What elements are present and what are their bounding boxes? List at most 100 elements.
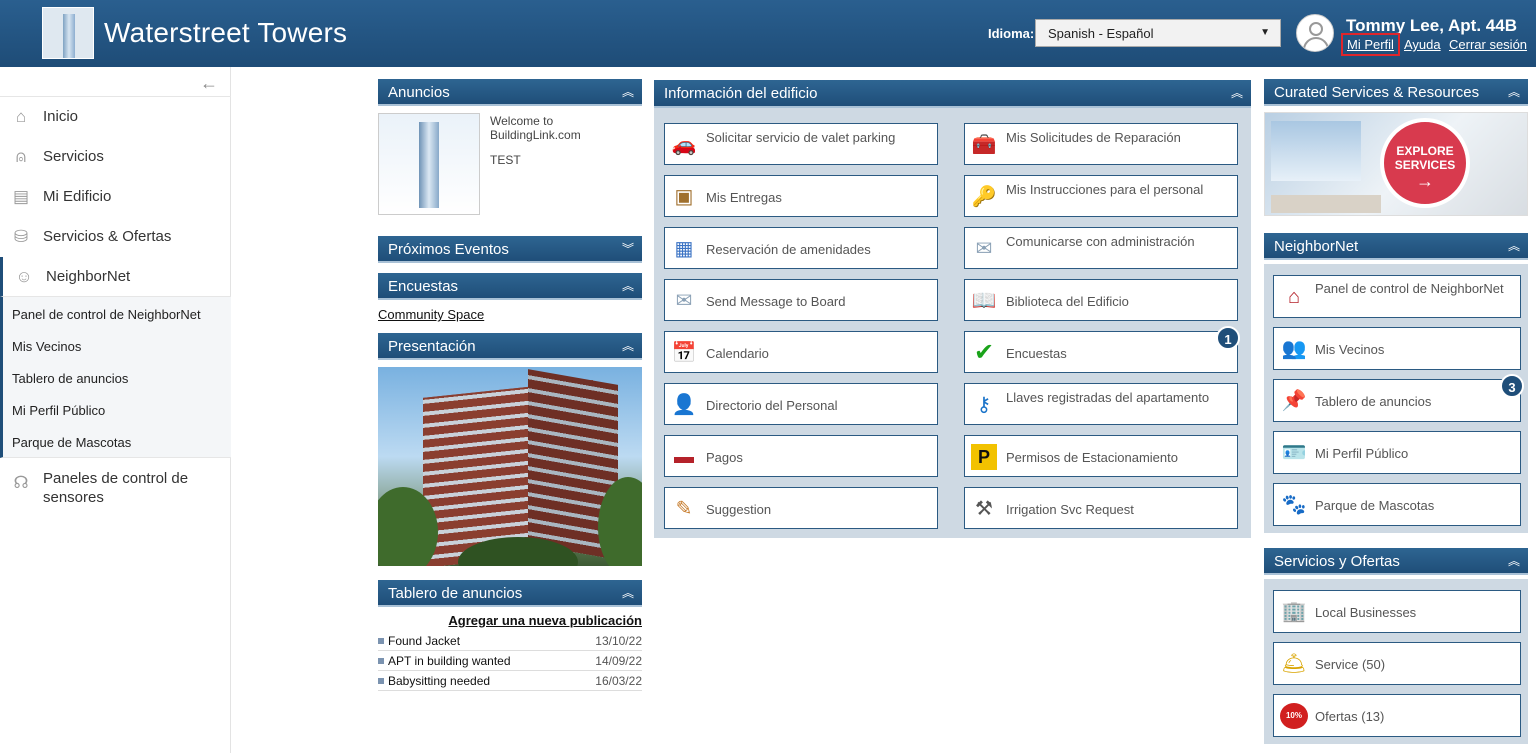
tools-icon: ⚒ [975,498,993,520]
people-icon: ☺ [15,267,33,286]
sidebar-item-servicios-ofertas[interactable]: ⛁ Servicios & Ofertas [0,217,231,257]
tile-label: Irrigation Svc Request [1006,502,1134,517]
tile-reparacion[interactable]: 🧰 Mis Solicitudes de Reparación [964,123,1238,165]
community-space-link[interactable]: Community Space [378,307,484,322]
car-icon: 🚗 [671,134,697,156]
submenu-item-mascotas[interactable]: Parque de Mascotas [12,435,131,450]
tile-suggestion[interactable]: ✎ Suggestion [664,487,938,529]
post-date: 16/03/22 [595,674,642,688]
envelope-icon: ✉ [675,290,693,312]
tile-directorio[interactable]: 👤 Directorio del Personal [664,383,938,425]
sidebar-item-servicios[interactable]: ⍝ Servicios [0,137,231,177]
help-link[interactable]: Ayuda [1404,37,1441,52]
tile-biblioteca[interactable]: 📖 Biblioteca del Edificio [964,279,1238,321]
logout-link[interactable]: Cerrar sesión [1449,37,1527,52]
city-icon: 🏢 [1281,601,1307,623]
announcement-test: TEST [490,153,521,167]
tile-llaves[interactable]: ⚷ Llaves registradas del apartamento [964,383,1238,425]
submenu-item-tablero[interactable]: Tablero de anuncios [12,371,128,386]
submenu-item-perfil-publico[interactable]: Mi Perfil Público [12,403,105,418]
panel-title: Curated Services & Resources [1274,84,1480,101]
tile-label: Mi Perfil Público [1315,446,1409,461]
user-avatar-icon[interactable] [1296,14,1334,52]
bullet-icon [378,638,384,644]
chevron-up-icon[interactable]: ︽ [622,83,634,100]
checkmark-icon: ✔ [973,339,995,366]
sidebar-item-mi-edificio[interactable]: ▤ Mi Edificio [0,177,231,217]
chevron-up-icon[interactable]: ︽ [1508,237,1520,254]
sidebar-item-neighbornet[interactable]: ☺ NeighborNet [0,257,231,297]
presentation-header[interactable]: Presentación ︽ [378,333,642,360]
app-title[interactable]: Waterstreet Towers [104,17,347,49]
neighbornet-submenu: Panel de control de NeighborNet Mis Veci… [0,296,231,458]
post-title[interactable]: APT in building wanted [388,654,511,668]
nn-tile-vecinos[interactable]: 👥 Mis Vecinos [1273,327,1521,370]
post-title[interactable]: Babysitting needed [388,674,490,688]
tile-encuestas[interactable]: ✔ Encuestas [964,331,1238,373]
tile-amenidades[interactable]: ▦ Reservación de amenidades [664,227,938,269]
sidebar-item-label: Mi Edificio [43,188,112,205]
add-post-link[interactable]: Agregar una nueva publicación [378,613,642,628]
chevron-up-icon[interactable]: ︽ [622,337,634,354]
offer-tile-local[interactable]: 🏢 Local Businesses [1273,590,1521,633]
events-header[interactable]: Próximos Eventos ︾ [378,236,642,263]
keys-icon: ⚷ [976,394,992,416]
chevron-up-icon[interactable]: ︽ [1508,83,1520,100]
profile-link[interactable]: Mi Perfil [1341,33,1400,56]
building-logo[interactable] [42,7,94,59]
offer-tile-service[interactable]: 🛎 Service (50) [1273,642,1521,685]
board-post[interactable]: Babysitting needed 16/03/22 [378,671,642,691]
sidebar-item-label: Servicios [43,148,104,165]
top-header: Waterstreet Towers Idioma: Spanish - Esp… [0,0,1536,67]
sidebar-item-sensores[interactable]: ☊ Paneles de control de sensores [0,463,231,511]
people-icon: 👥 [1281,338,1307,360]
home-icon: ⌂ [15,107,27,126]
board-header[interactable]: Tablero de anuncios ︽ [378,580,642,607]
house-icon: ⌂ [1287,286,1301,308]
dropdown-arrow-icon: ▼ [1260,27,1270,38]
tile-board-message[interactable]: ✉ Send Message to Board [664,279,938,321]
nn-tile-tablero[interactable]: 📌 Tablero de anuncios [1273,379,1521,422]
tile-administracion[interactable]: ✉ Comunicarse con administración [964,227,1238,269]
sidebar-item-label: Paneles de control de sensores [43,470,189,506]
surveys-header[interactable]: Encuestas ︽ [378,273,642,300]
explore-services-button[interactable]: EXPLORE SERVICES → [1380,118,1470,208]
chevron-up-icon[interactable]: ︽ [1508,552,1520,569]
staff-icon: 👤 [671,394,697,416]
post-title[interactable]: Found Jacket [388,634,460,648]
chevron-up-icon[interactable]: ︽ [622,584,634,601]
language-select[interactable]: Spanish - Español ▼ [1035,19,1281,47]
chevron-up-icon[interactable]: ︽ [1231,84,1243,101]
nn-tile-mascotas[interactable]: 🐾 Parque de Mascotas [1273,483,1521,526]
paw-icon: 🐾 [1281,494,1307,516]
tile-label: Mis Instrucciones para el personal [1006,182,1204,197]
chevron-down-icon[interactable]: ︾ [622,240,634,257]
curated-header[interactable]: Curated Services & Resources ︽ [1264,79,1528,106]
nn-tile-perfil[interactable]: 🪪 Mi Perfil Público [1273,431,1521,474]
package-icon: ▣ [674,186,694,208]
announcements-header[interactable]: Anuncios ︽ [378,79,642,106]
tile-pagos[interactable]: ▬ Pagos [664,435,938,477]
board-post[interactable]: Found Jacket 13/10/22 [378,631,642,651]
tile-estacionamiento[interactable]: P Permisos de Estacionamiento [964,435,1238,477]
nn-tile-panel[interactable]: ⌂ Panel de control de NeighborNet [1273,275,1521,318]
arrow-left-icon[interactable]: ← [200,73,218,94]
offers-header[interactable]: Servicios y Ofertas ︽ [1264,548,1528,575]
sidebar-item-inicio[interactable]: ⌂ Inicio [0,97,231,137]
chevron-up-icon[interactable]: ︽ [622,277,634,294]
submenu-item-vecinos[interactable]: Mis Vecinos [12,339,81,354]
tile-label: Parque de Mascotas [1315,498,1435,513]
tile-irrigation[interactable]: ⚒ Irrigation Svc Request [964,487,1238,529]
board-post[interactable]: APT in building wanted 14/09/22 [378,651,642,671]
sidebar-item-label: Servicios & Ofertas [43,228,172,245]
building-info-header[interactable]: Información del edificio ︽ [654,80,1251,108]
tile-calendario[interactable]: 📅 Calendario [664,331,938,373]
calendar-grid-icon: ▦ [674,238,694,260]
submenu-item-panel[interactable]: Panel de control de NeighborNet [12,307,201,322]
building-icon: ▤ [12,187,30,206]
offer-tile-ofertas[interactable]: 10% Ofertas (13) [1273,694,1521,737]
tile-entregas[interactable]: ▣ Mis Entregas [664,175,938,217]
tile-instrucciones[interactable]: 🔑 Mis Instrucciones para el personal [964,175,1238,217]
tile-valet[interactable]: 🚗 Solicitar servicio de valet parking [664,123,938,165]
neighbornet-header[interactable]: NeighborNet ︽ [1264,233,1528,260]
